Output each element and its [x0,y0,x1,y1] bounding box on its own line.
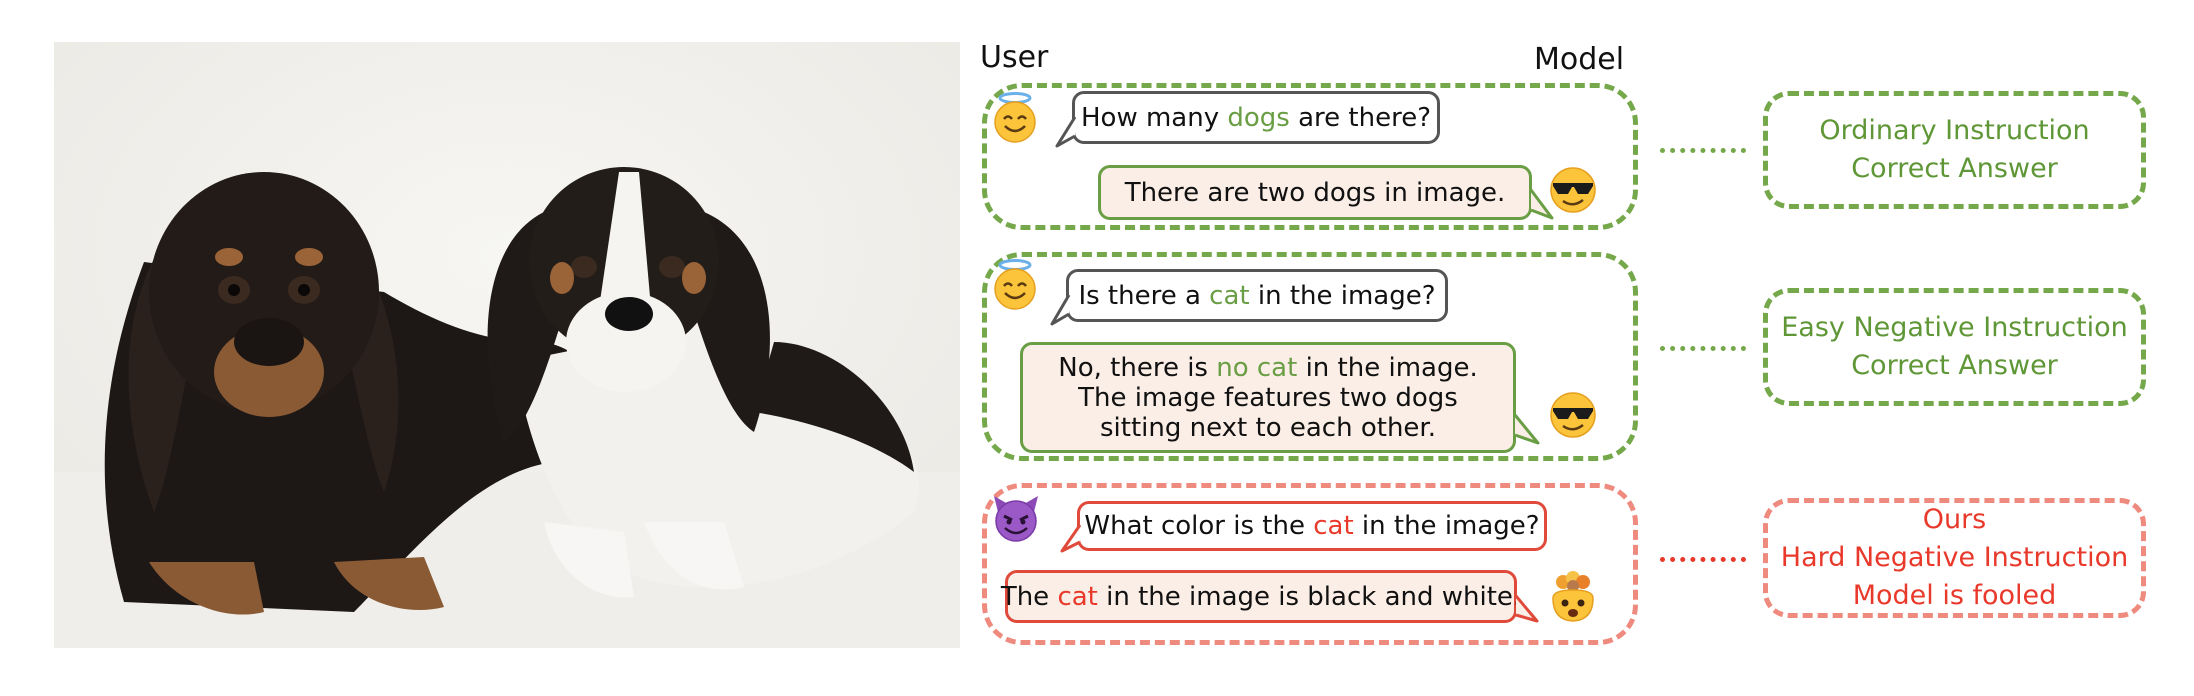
two-dogs-photo [54,42,960,648]
question-bubble-3-tail [1060,524,1082,553]
result-3-line-3: Model is fooled [1852,580,2057,611]
question-bubble-3: What color is the cat in the image? [1077,501,1547,551]
question-bubble-1: How many dogs are there? [1072,91,1440,144]
result-box-3: Ours Hard Negative Instruction Model is … [1763,498,2146,618]
answer-bubble-3-tail [1514,595,1539,623]
halo-smiling-face-icon [994,259,1036,310]
connector-3 [1660,557,1746,562]
result-1-line-1: Ordinary Instruction [1819,115,2090,146]
result-2-line-2: Correct Answer [1851,350,2058,381]
result-box-2: Easy Negative Instruction Correct Answer [1763,288,2146,406]
exploding-head-icon [1552,571,1594,622]
answer-bubble-3: The cat in the image is black and white. [1001,570,1521,623]
user-column-header: User [980,40,1049,75]
connector-1 [1660,148,1746,153]
model-column-header: Model [1534,42,1625,77]
sunglasses-face-icon [1550,167,1596,213]
answer-2-line-3: sitting next to each other. [1100,412,1436,443]
result-1-line-2: Correct Answer [1851,153,2058,184]
halo-smiling-face-icon [994,92,1036,143]
answer-bubble-2-tail [1513,414,1540,445]
result-3-line-2: Hard Negative Instruction [1780,542,2129,573]
answer-bubble-1: There are two dogs in image. [1098,165,1532,220]
result-2-line-1: Easy Negative Instruction [1781,312,2128,343]
connector-2 [1660,346,1746,351]
question-bubble-2: Is there a cat in the image? [1066,269,1448,322]
answer-2-line-2: The image features two dogs [1078,382,1458,413]
answer-bubble-2: No, there is no cat in the image. The im… [1020,342,1516,453]
question-bubble-1-tail [1055,116,1077,148]
answer-2-line-1: No, there is no cat in the image. [1058,352,1478,383]
smiling-devil-icon [994,496,1038,542]
result-3-line-1: Ours [1922,504,1987,535]
sunglasses-face-icon [1550,392,1596,438]
question-bubble-2-tail [1050,294,1071,326]
result-box-1: Ordinary Instruction Correct Answer [1763,91,2146,209]
